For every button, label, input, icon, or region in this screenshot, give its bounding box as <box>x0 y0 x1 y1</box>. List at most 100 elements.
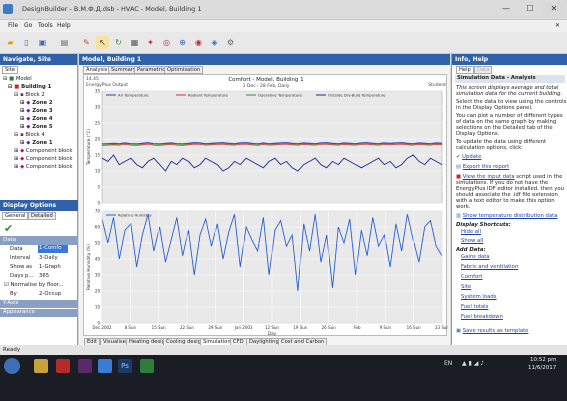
start-button[interactable] <box>4 358 20 374</box>
fuel-totals-link[interactable]: Fuel totals <box>461 304 488 310</box>
gains-data-link[interactable]: Gains data <box>461 254 490 260</box>
section-data[interactable]: Data <box>0 236 78 245</box>
tree-zone-5[interactable]: ⊞ ◆ Zone 5 <box>20 124 53 130</box>
tree-zone-4[interactable]: ⊞ ◆ Zone 4 <box>20 116 53 122</box>
row-data-label: Data <box>10 246 23 252</box>
days-input[interactable]: 365 <box>39 273 49 279</box>
tab-data[interactable]: Data <box>474 66 493 74</box>
section-appearance[interactable]: Appearance <box>0 309 78 317</box>
menu-go[interactable]: Go <box>24 22 32 29</box>
section-yaxis[interactable]: Y-Axis <box>0 300 78 308</box>
y-tick-label: 50 <box>95 241 101 246</box>
display-shortcuts-heading: Display Shortcuts: <box>456 222 511 228</box>
tab-general[interactable]: General <box>2 212 29 220</box>
chart-subtitle: 1 Dec - 28 Feb, Daily <box>243 83 290 89</box>
comfort-chart: Comfort - Model, Building 11 Dec - 28 Fe… <box>86 76 449 336</box>
tab-analysis[interactable]: Analysis <box>83 66 111 74</box>
menu-tools[interactable]: Tools <box>38 22 53 29</box>
comfort-link[interactable]: Comfort <box>461 274 482 280</box>
show-all-link[interactable]: Show all <box>461 238 483 244</box>
save-icon[interactable]: ▣ <box>36 36 49 49</box>
row-showas-label: Show as <box>10 264 32 270</box>
maximize-button[interactable]: ☐ <box>518 2 542 16</box>
title-bar: DesignBuilder - B.M.Ф.Д.dsb - HVAC - Mod… <box>0 0 567 20</box>
y-tick-label: 70 <box>95 209 101 214</box>
language-indicator[interactable]: EN <box>444 360 452 367</box>
tree-block-2[interactable]: ⊟ ▪ Block 2 <box>14 92 45 98</box>
update-link[interactable]: ✔ Update <box>456 154 481 160</box>
system-loads-link[interactable]: System loads <box>461 294 497 300</box>
minimize-button[interactable]: — <box>494 2 518 16</box>
site-link[interactable]: Site <box>461 284 471 290</box>
tab-optimisation[interactable]: Optimisation <box>164 66 204 74</box>
tree-component-block-2[interactable]: ⊞ ◆ Component block <box>14 156 72 162</box>
showas-select[interactable]: 1-Graph <box>39 264 61 270</box>
x-tick-label: 29 Sun <box>208 325 222 330</box>
new-file-icon[interactable]: ▯ <box>20 36 33 49</box>
clock-date[interactable]: 11/6/2017 <box>528 365 556 371</box>
tree-component-block-1[interactable]: ⊞ ◆ Component block <box>14 148 72 154</box>
data-select[interactable]: 1-Comfo <box>38 245 68 253</box>
word-icon[interactable] <box>98 359 112 373</box>
export-link[interactable]: ▤ Export this report <box>456 164 509 170</box>
grid-icon[interactable]: ▦ <box>128 36 141 49</box>
import-icon[interactable]: ▤ <box>58 36 71 49</box>
refresh-icon[interactable]: ↻ <box>112 36 125 49</box>
menu-close-icon[interactable]: ✕ <box>555 22 560 29</box>
normalise-checkbox[interactable]: ☑ Normalise by floor... <box>4 282 64 288</box>
chart-note-1: 14.45 <box>86 76 99 82</box>
clock-time[interactable]: 10:52 pm <box>530 357 556 363</box>
tree-model[interactable]: ⊟ ■ Model <box>3 76 32 82</box>
tree-zone-2[interactable]: ⊞ ◆ Zone 2 <box>20 100 53 106</box>
y-tick-label: 5 <box>97 185 100 190</box>
navigate-header: Navigate, Site <box>0 54 77 65</box>
acrobat-icon[interactable] <box>56 359 70 373</box>
tab-help[interactable]: Help <box>456 66 474 74</box>
y-axis-label: Relative Humidity (%) <box>86 244 91 290</box>
target-icon[interactable]: ◎ <box>160 36 173 49</box>
camera-icon[interactable]: ◉ <box>192 36 205 49</box>
settings-icon[interactable]: ⚙ <box>224 36 237 49</box>
indesign-icon[interactable] <box>78 359 92 373</box>
fabric-ventilation-link[interactable]: Fabric and ventilation <box>461 264 518 270</box>
save-results-link[interactable]: ▣ Save results as template <box>456 328 528 334</box>
x-tick-label: 8 Sun <box>125 325 137 330</box>
tree-zone-3[interactable]: ⊞ ◆ Zone 3 <box>20 108 53 114</box>
export-icon: ▤ <box>456 164 462 170</box>
fuel-breakdown-link[interactable]: Fuel breakdown <box>461 314 503 320</box>
tree-component-block-3[interactable]: ⊞ ◆ Component block <box>14 164 72 170</box>
tree-zone-1[interactable]: ⊞ ◆ Zone 1 <box>20 140 53 146</box>
tab-parametric[interactable]: Parametric <box>134 66 169 74</box>
add-data-heading: Add Data: <box>456 247 486 253</box>
y-tick-label: 20 <box>95 289 101 294</box>
by-select[interactable]: 2-Occup <box>39 291 61 297</box>
check-icon[interactable]: ✔ <box>4 222 13 235</box>
explorer-icon[interactable] <box>34 359 48 373</box>
select-text-2: in the Display Options panel. <box>456 105 533 111</box>
zoom-icon[interactable]: ⊕ <box>176 36 189 49</box>
menu-help[interactable]: Help <box>57 22 71 29</box>
row-by-label: By <box>10 291 17 297</box>
interval-select[interactable]: 3-Daily <box>39 255 58 261</box>
tab-site[interactable]: Site <box>2 66 18 74</box>
tree-building[interactable]: ⊟ ■ Building 1 <box>8 84 51 90</box>
render-icon[interactable]: ◈ <box>208 36 221 49</box>
menu-file[interactable]: File <box>8 22 18 29</box>
photoshop-icon[interactable]: Ps <box>118 359 132 373</box>
x-tick-label: Dec 2002 <box>92 325 112 330</box>
plot-area <box>101 90 443 204</box>
chart-area: Comfort - Model, Building 11 Dec - 28 Fe… <box>83 74 449 336</box>
tree-block-4[interactable]: ⊟ ▪ Block 4 <box>14 132 45 138</box>
designbuilder-icon[interactable] <box>140 359 154 373</box>
open-folder-icon[interactable]: ▰ <box>4 36 17 49</box>
menu-bar: File Go Tools Help ✕ <box>0 20 567 32</box>
select-icon[interactable]: ↖ <box>96 36 109 49</box>
model-tree: ⊟ ■ Model ⊟ ■ Building 1 ⊟ ▪ Block 2 ⊞ ◆… <box>0 75 77 193</box>
tools-icon[interactable]: ✎ <box>80 36 93 49</box>
tab-detailed[interactable]: Detailed <box>28 212 56 220</box>
show-temp-link[interactable]: ▥ Show temperature distribution data <box>456 213 557 219</box>
measure-icon[interactable]: ✦ <box>144 36 157 49</box>
tray-icons[interactable]: ▲ ▮ ◢ ♪ <box>462 360 484 367</box>
close-button[interactable]: ✕ <box>542 2 566 16</box>
hide-all-link[interactable]: Hide all <box>461 229 481 235</box>
